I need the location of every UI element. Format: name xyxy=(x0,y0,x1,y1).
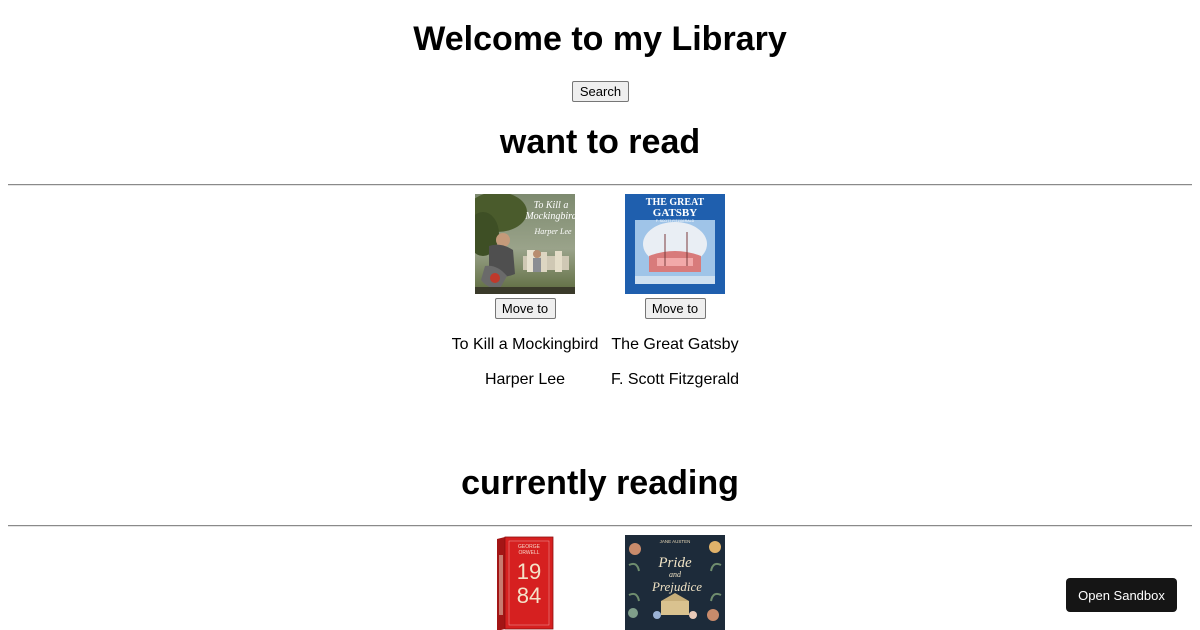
1984-cover-art: GEORGE ORWELL 19 84 xyxy=(475,535,575,630)
gatsby-cover-art: THE GREAT GATSBY F. SCOTT FITZGERALD xyxy=(625,194,725,294)
cover-text: JANE AUSTEN xyxy=(660,539,691,544)
search-button[interactable]: Search xyxy=(572,81,629,102)
book-author: F. Scott Fitzgerald xyxy=(610,371,740,388)
shelf-title-want-to-read: want to read xyxy=(499,123,701,161)
page-title: Welcome to my Library xyxy=(413,20,787,58)
book-card: THE GREAT GATSBY F. SCOTT FITZGERALD Mov… xyxy=(595,194,755,390)
mockingbird-cover-art: To Kill a Mockingbird Harper Lee xyxy=(475,194,575,294)
book-cover-the-great-gatsby[interactable]: THE GREAT GATSBY F. SCOTT FITZGERALD xyxy=(625,194,725,294)
shelf-title-currently-reading: currently reading xyxy=(461,464,739,502)
cover-text: Pride xyxy=(657,555,692,571)
book-cover-to-kill-a-mockingbird[interactable]: To Kill a Mockingbird Harper Lee xyxy=(475,194,575,294)
book-card: JANE AUSTEN Pride and Prejudice xyxy=(595,535,755,630)
cover-text: and xyxy=(669,570,682,579)
book-author: Harper Lee xyxy=(484,371,566,388)
library-page: Welcome to my Library Search want to rea… xyxy=(0,0,1200,630)
book-title: The Great Gatsby xyxy=(611,336,739,353)
cover-text: 84 xyxy=(517,583,541,608)
cover-text: Mockingbird xyxy=(524,211,575,222)
shelf-divider xyxy=(8,525,1192,527)
cover-text: GATSBY xyxy=(653,207,697,219)
shelf-divider xyxy=(8,184,1192,186)
cover-text: 19 xyxy=(517,559,541,584)
cover-text: Harper Lee xyxy=(533,227,572,236)
book-card: To Kill a Mockingbird Harper Lee Move to… xyxy=(445,194,605,390)
book-cover-1984[interactable]: GEORGE ORWELL 19 84 xyxy=(475,535,575,630)
book-cover-pride-and-prejudice[interactable]: JANE AUSTEN Pride and Prejudice xyxy=(625,535,725,630)
move-to-button[interactable]: Move to xyxy=(494,298,556,319)
cover-text: ORWELL xyxy=(518,550,539,556)
cover-text: To Kill a xyxy=(534,200,569,211)
book-title: To Kill a Mockingbird xyxy=(451,336,599,353)
cover-text: F. SCOTT FITZGERALD xyxy=(656,219,695,223)
open-sandbox-button[interactable]: Open Sandbox xyxy=(1066,578,1177,612)
move-to-button[interactable]: Move to xyxy=(644,298,706,319)
pride-prejudice-cover-art: JANE AUSTEN Pride and Prejudice xyxy=(625,535,725,630)
book-card: GEORGE ORWELL 19 84 xyxy=(445,535,605,630)
cover-text: Prejudice xyxy=(651,579,702,594)
